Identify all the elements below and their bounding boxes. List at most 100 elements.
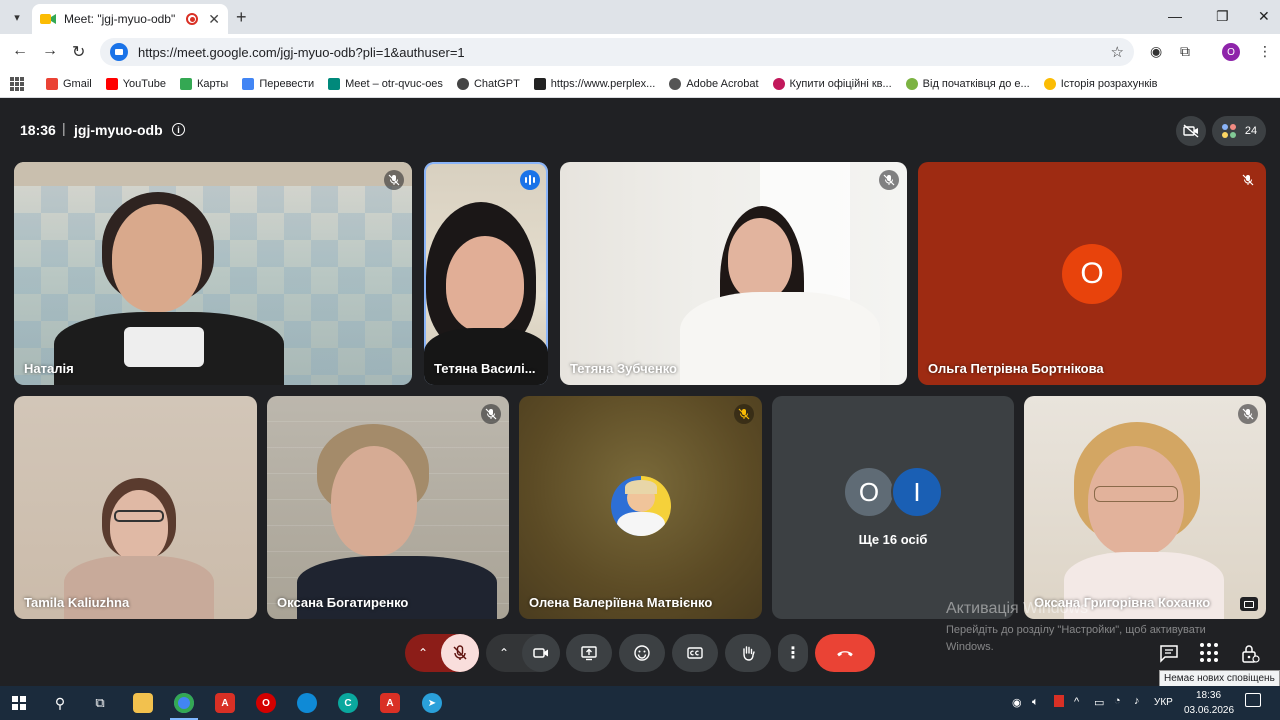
mic-control-group: ⌃ bbox=[405, 634, 479, 672]
task-view-icon[interactable]: ⧉ bbox=[90, 693, 110, 713]
participant-tile[interactable]: Оксана Богатиренко bbox=[267, 396, 509, 619]
tray-telegram-icon[interactable]: ◉ bbox=[1012, 696, 1022, 709]
shop-icon bbox=[772, 77, 785, 90]
maps-icon bbox=[179, 77, 192, 90]
clock-time[interactable]: 18:36 bbox=[1196, 690, 1221, 701]
present-screen-button[interactable] bbox=[566, 634, 612, 672]
meeting-info-icon[interactable]: i bbox=[172, 123, 185, 136]
mic-off-icon bbox=[1238, 170, 1258, 190]
participant-tile[interactable]: Оксана Григорівна Коханко bbox=[1024, 396, 1266, 619]
chat-icon bbox=[1160, 645, 1178, 663]
bookmark-acrobat[interactable]: Adobe Acrobat bbox=[669, 77, 759, 90]
address-bar[interactable]: https://meet.google.com/jgj-myuo-odb?pli… bbox=[100, 38, 1134, 66]
edge-icon[interactable] bbox=[297, 693, 317, 713]
others-tile[interactable]: О І Ще 16 осіб bbox=[772, 396, 1014, 619]
site-info-icon[interactable] bbox=[110, 43, 128, 61]
header-separator: | bbox=[62, 120, 66, 136]
extensions-icon[interactable]: ⧉ bbox=[1180, 43, 1190, 60]
activities-icon[interactable] bbox=[1200, 643, 1220, 663]
pip-icon[interactable] bbox=[1240, 597, 1258, 611]
participants-button[interactable]: 24 bbox=[1212, 116, 1266, 146]
mic-toggle-button[interactable] bbox=[441, 634, 479, 672]
telegram-icon[interactable]: ➤ bbox=[422, 693, 442, 713]
acrobat-icon[interactable]: A bbox=[215, 693, 235, 713]
participant-avatar: О bbox=[1062, 244, 1122, 304]
bookmark-chatgpt[interactable]: ChatGPT bbox=[456, 77, 520, 90]
language-indicator[interactable]: УКР bbox=[1154, 697, 1173, 708]
youtube-icon bbox=[105, 77, 118, 90]
tray-arrow-icon[interactable]: ^ bbox=[1074, 696, 1079, 708]
bookmark-gmail[interactable]: Gmail bbox=[46, 77, 92, 90]
profile-avatar[interactable]: O bbox=[1222, 43, 1240, 61]
bookmark-course[interactable]: Від початківця до е... bbox=[905, 77, 1030, 90]
forward-icon[interactable]: → bbox=[42, 42, 58, 60]
chrome-icon[interactable] bbox=[174, 693, 194, 713]
clock-date[interactable]: 03.06.2026 bbox=[1184, 705, 1234, 716]
participant-tile[interactable]: Тетяна Зубченко bbox=[560, 162, 907, 385]
windows-taskbar: ⚲ ⧉ A O C A ➤ ◉ 🔈︎ ^ ▭ ◔ ♪ УКР 18:36 03.… bbox=[0, 686, 1280, 720]
host-controls-button[interactable] bbox=[1240, 642, 1260, 664]
close-window-button[interactable]: ✕ bbox=[1258, 8, 1270, 25]
speaking-indicator-icon bbox=[520, 170, 540, 190]
bookmark-maps[interactable]: Карты bbox=[179, 77, 228, 90]
participant-tile[interactable]: О Ольга Петрівна Бортнікова bbox=[918, 162, 1266, 385]
file-explorer-icon[interactable] bbox=[133, 693, 153, 713]
back-icon[interactable]: ← bbox=[12, 42, 28, 60]
bookmark-youtube[interactable]: YouTube bbox=[105, 77, 166, 90]
captions-button[interactable] bbox=[672, 634, 718, 672]
tray-wifi-icon[interactable]: ◔ bbox=[1114, 695, 1121, 707]
search-icon[interactable]: ⚲ bbox=[50, 693, 70, 713]
camera-toggle-button[interactable] bbox=[522, 634, 560, 672]
camera-off-indicator[interactable] bbox=[1176, 116, 1206, 146]
bookmark-star-icon[interactable]: ☆ bbox=[1111, 43, 1124, 61]
reactions-button[interactable] bbox=[619, 634, 665, 672]
maximize-button[interactable]: ❐ bbox=[1216, 8, 1229, 25]
mic-off-icon bbox=[734, 404, 754, 424]
chatgpt-icon bbox=[456, 77, 469, 90]
bookmark-perplexity[interactable]: https://www.perplex... bbox=[533, 77, 655, 90]
tray-shield-icon[interactable] bbox=[1054, 695, 1064, 707]
url-text: https://meet.google.com/jgj-myuo-odb?pli… bbox=[138, 44, 465, 60]
notification-center-icon[interactable] bbox=[1245, 693, 1261, 707]
reload-icon[interactable]: ↻ bbox=[72, 42, 85, 62]
more-options-button[interactable]: ⋮ bbox=[778, 634, 808, 672]
participant-name: Тетяна Зубченко bbox=[570, 361, 677, 376]
bookmark-translate[interactable]: Перевести bbox=[242, 77, 314, 90]
meeting-details-button[interactable] bbox=[1158, 642, 1180, 664]
bookmarks-bar: Gmail YouTube Карты Перевести Meet – otr… bbox=[0, 70, 1280, 98]
google-lens-icon[interactable]: ◉ bbox=[1150, 43, 1162, 60]
others-avatar: О bbox=[843, 466, 895, 518]
acrobat-icon bbox=[669, 77, 682, 90]
mic-off-icon bbox=[481, 404, 501, 424]
bookmark-meet[interactable]: Meet – otr-qvuc-oes bbox=[328, 77, 443, 90]
new-tab-button[interactable]: + bbox=[236, 7, 247, 28]
close-tab-icon[interactable]: ✕ bbox=[208, 11, 220, 28]
app-icon[interactable]: C bbox=[338, 693, 358, 713]
tab-meet[interactable]: Meet: "jgj-myuo-odb" ✕ bbox=[32, 4, 228, 34]
tray-speaker-icon[interactable]: 🔈︎ bbox=[1032, 696, 1039, 709]
camera-options-chevron-icon[interactable]: ⌃ bbox=[486, 646, 522, 660]
bookmark-buy[interactable]: Купити офіційні кв... bbox=[772, 77, 892, 90]
participant-tile[interactable]: Tamila Kaliuzhna bbox=[14, 396, 257, 619]
course-icon bbox=[905, 77, 918, 90]
leave-call-button[interactable] bbox=[815, 634, 875, 672]
participant-tile[interactable]: Тетяна Василі... bbox=[424, 162, 548, 385]
bookmark-history[interactable]: Історія розрахунків bbox=[1043, 77, 1157, 90]
more-vert-icon: ⋮ bbox=[785, 645, 801, 662]
minimize-button[interactable]: — bbox=[1168, 8, 1182, 24]
tray-battery-icon[interactable]: ▭ bbox=[1094, 696, 1104, 709]
acrobat-reader-icon[interactable]: A bbox=[380, 693, 400, 713]
mic-options-chevron-icon[interactable]: ⌃ bbox=[405, 646, 441, 660]
tab-search-button[interactable]: ▾ bbox=[6, 6, 28, 28]
present-screen-icon bbox=[581, 646, 597, 661]
meet-icon bbox=[328, 77, 341, 90]
participant-tile[interactable]: Наталія bbox=[14, 162, 412, 385]
activation-title: Активація Windows bbox=[946, 600, 1089, 617]
apps-grid-icon[interactable] bbox=[10, 76, 24, 91]
menu-icon[interactable]: ⋮ bbox=[1258, 43, 1272, 60]
participant-tile[interactable]: Олена Валеріївна Матвієнко bbox=[519, 396, 762, 619]
windows-start-icon[interactable] bbox=[12, 696, 26, 710]
tray-volume-icon[interactable]: ♪ bbox=[1134, 695, 1140, 707]
raise-hand-button[interactable] bbox=[725, 634, 771, 672]
opera-icon[interactable]: O bbox=[256, 693, 276, 713]
